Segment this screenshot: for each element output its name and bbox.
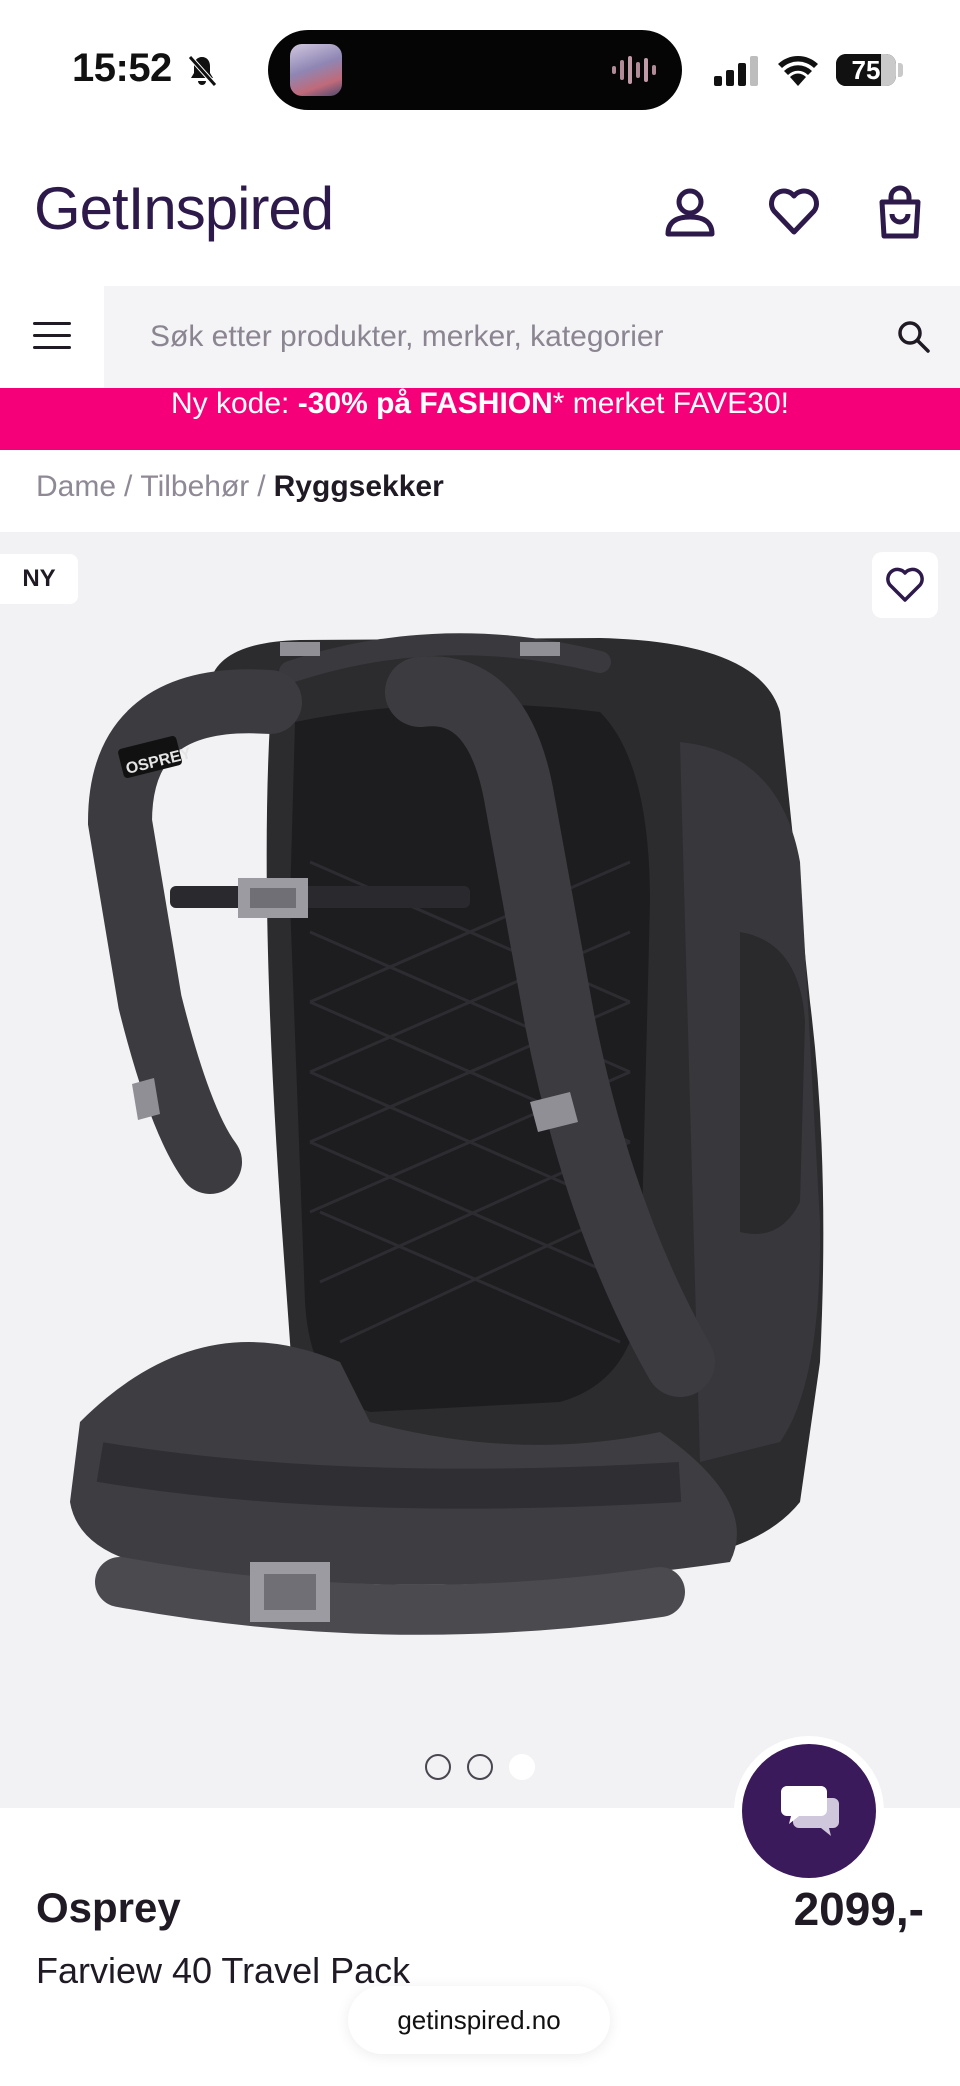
status-bar: 15:52 75	[0, 0, 960, 130]
audio-wave-icon	[612, 56, 656, 84]
site-header: GetInspired	[0, 140, 960, 280]
wifi-icon	[778, 56, 818, 86]
dynamic-island[interactable]	[268, 30, 682, 110]
breadcrumb-item-dame[interactable]: Dame	[36, 470, 116, 503]
site-logo[interactable]: GetInspired	[34, 174, 334, 243]
signal-icon	[714, 56, 758, 86]
gallery-dot[interactable]	[467, 1754, 493, 1780]
account-icon[interactable]	[662, 184, 718, 240]
product-price: 2099,-	[793, 1883, 924, 1935]
search-icon[interactable]	[896, 319, 932, 355]
product-image: OSPREY	[70, 633, 824, 1635]
promo-suffix: * merket FAVE30!	[552, 388, 789, 420]
promo-text: Ny kode: -30% på FASHION* merket FAVE30!	[0, 388, 960, 424]
menu-button[interactable]	[0, 286, 104, 388]
product-name: Farview 40 Travel Pack	[36, 1950, 411, 1991]
new-badge: NY	[0, 554, 78, 604]
shopping-bag-icon[interactable]	[872, 184, 928, 240]
chat-button[interactable]	[734, 1736, 884, 1886]
breadcrumb-item-tilbehor[interactable]: Tilbehør	[140, 470, 249, 503]
breadcrumb-separator: /	[257, 470, 266, 503]
browser-url-bar[interactable]: getinspired.no	[348, 1986, 610, 2054]
promo-highlight: -30% på FASHION	[297, 388, 553, 420]
bell-off-icon	[188, 55, 217, 87]
battery-icon: 75	[836, 54, 896, 86]
chat-button-inner	[742, 1744, 876, 1878]
gallery-dot[interactable]	[425, 1754, 451, 1780]
breadcrumb: Dame / Tilbehør / Ryggsekker	[36, 470, 444, 504]
search-input[interactable]	[150, 312, 870, 362]
heart-icon	[886, 567, 924, 602]
chat-icon	[781, 1786, 839, 1836]
heart-icon[interactable]	[766, 184, 822, 240]
product-gallery[interactable]: NY OSPREY	[0, 532, 960, 1808]
search-bar	[0, 286, 960, 388]
hamburger-icon	[33, 322, 71, 349]
status-time: 15:52	[72, 46, 172, 90]
product-brand[interactable]: Osprey	[36, 1884, 181, 1932]
add-to-wishlist-button[interactable]	[872, 552, 938, 618]
breadcrumb-separator: /	[124, 470, 133, 503]
battery-level: 75	[851, 55, 881, 85]
gallery-dot-active[interactable]	[509, 1754, 535, 1780]
promo-prefix: Ny kode:	[170, 388, 298, 420]
now-playing-artwork	[290, 44, 342, 96]
breadcrumb-current: Ryggsekker	[273, 470, 444, 503]
promo-banner[interactable]: Ny kode: -30% på FASHION* merket FAVE30!	[0, 388, 960, 450]
battery-cap	[898, 63, 903, 77]
